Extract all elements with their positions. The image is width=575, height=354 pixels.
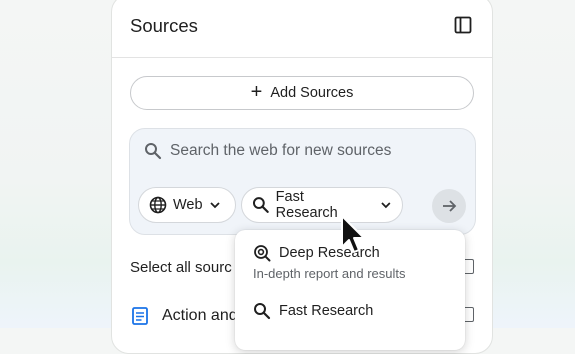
chevron-down-icon bbox=[209, 202, 220, 209]
search-icon bbox=[252, 197, 269, 213]
deep-research-description: In-depth report and results bbox=[253, 266, 406, 281]
document-icon bbox=[132, 307, 148, 325]
menu-item-deep-research[interactable]: Deep Research In-depth report and result… bbox=[253, 244, 405, 281]
submit-search-button[interactable] bbox=[432, 189, 466, 223]
plus-icon: + bbox=[250, 81, 263, 103]
menu-item-fast-research[interactable]: Fast Research bbox=[253, 302, 373, 320]
search-input[interactable]: Search the web for new sources bbox=[144, 142, 391, 160]
add-sources-button[interactable]: + Add Sources bbox=[130, 76, 474, 110]
mouse-cursor-icon bbox=[341, 215, 365, 253]
source-type-label: Web bbox=[173, 197, 203, 213]
source-title: Action and bbox=[162, 307, 238, 324]
list-item[interactable]: Action and bbox=[132, 307, 238, 325]
deep-research-icon bbox=[254, 245, 271, 262]
panel-header: Sources bbox=[112, 0, 492, 58]
search-icon bbox=[254, 303, 271, 320]
arrow-right-icon bbox=[443, 200, 457, 212]
globe-icon bbox=[149, 196, 167, 214]
select-all-label: Select all sourc bbox=[130, 259, 232, 276]
source-type-dropdown[interactable]: Web bbox=[138, 187, 236, 223]
search-placeholder: Search the web for new sources bbox=[170, 142, 392, 159]
fast-research-label: Fast Research bbox=[279, 303, 374, 319]
panel-title: Sources bbox=[130, 15, 198, 36]
web-search-card: Search the web for new sources Web Fast … bbox=[129, 128, 476, 235]
chevron-down-icon bbox=[381, 202, 391, 209]
add-sources-label: Add Sources bbox=[270, 85, 354, 101]
search-icon bbox=[145, 143, 162, 160]
dock-panel-icon[interactable] bbox=[454, 16, 472, 34]
research-mode-dropdown[interactable]: Fast Research bbox=[241, 187, 403, 223]
